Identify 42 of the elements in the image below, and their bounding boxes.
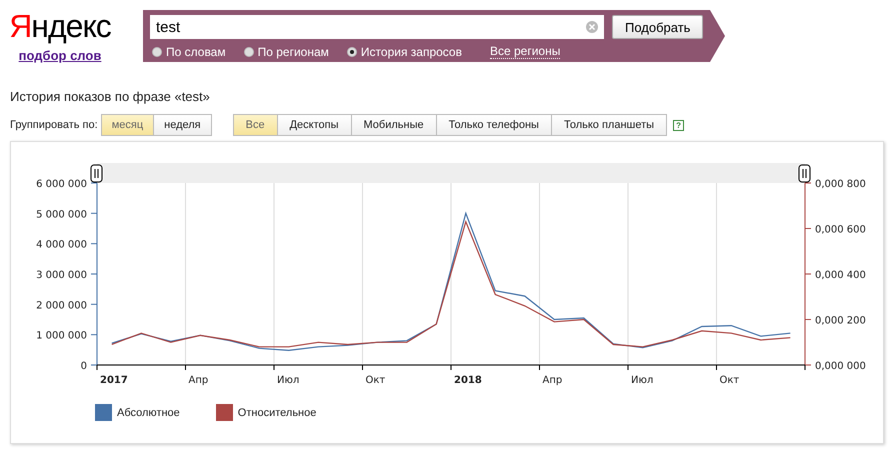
- device-tab[interactable]: Все: [232, 114, 278, 136]
- help-icon[interactable]: ?: [673, 120, 684, 130]
- drag-handle[interactable]: [90, 164, 102, 182]
- device-tab[interactable]: Только телефоны: [436, 114, 552, 136]
- logo[interactable]: Яндекс: [9, 8, 111, 44]
- axis-label: 0,000 800: [815, 179, 866, 190]
- mode-radio[interactable]: История запросов: [346, 44, 462, 58]
- axis-label: 1 000 000: [36, 330, 87, 342]
- submit-button[interactable]: Подобрать: [612, 15, 704, 39]
- mode-radio[interactable]: По словам: [152, 44, 226, 58]
- drag-handle[interactable]: [798, 164, 810, 182]
- axis-label: 0,000 400: [815, 270, 866, 281]
- mode-radio[interactable]: По регионам: [244, 44, 329, 58]
- axis-label: 0,000 200: [815, 316, 866, 326]
- word-selection-link[interactable]: подбор слов: [18, 48, 102, 63]
- axis-label: 2018: [454, 375, 482, 386]
- axis-label: 2017: [100, 375, 128, 386]
- axis-label: 3 000 000: [36, 270, 87, 281]
- regions-link[interactable]: Все регионы: [490, 44, 560, 59]
- axis-label: 5 000 000: [36, 209, 87, 220]
- axis-label: Окт: [720, 375, 740, 386]
- axis-label: Июл: [631, 375, 654, 386]
- axis-label: Апр: [542, 375, 562, 386]
- page-heading: История показов по фразе «test»: [10, 89, 211, 104]
- axis-label: 4 000 000: [36, 240, 87, 251]
- period-tab[interactable]: неделя: [153, 114, 212, 136]
- device-tab[interactable]: Мобильные: [350, 114, 437, 136]
- search-field[interactable]: test: [150, 15, 604, 39]
- axis-label: 0,000 000: [815, 361, 866, 372]
- group-label: Группировать по:: [10, 119, 98, 131]
- axis-label: Июл: [277, 375, 300, 386]
- period-tab[interactable]: месяц: [100, 114, 154, 136]
- axis-label: Апр: [188, 375, 208, 386]
- device-tab[interactable]: Только планшеты: [550, 114, 668, 136]
- axis-label: 0: [80, 361, 87, 372]
- axis-label: 6 000 000: [36, 179, 87, 190]
- legend-item[interactable]: Абсолютное: [95, 404, 180, 421]
- axis-label: Окт: [366, 375, 386, 386]
- device-tab[interactable]: Десктопы: [276, 114, 352, 136]
- legend-item[interactable]: Относительное: [216, 404, 316, 421]
- axis-label: 2 000 000: [36, 300, 87, 312]
- axis-label: 0,000 600: [815, 224, 866, 236]
